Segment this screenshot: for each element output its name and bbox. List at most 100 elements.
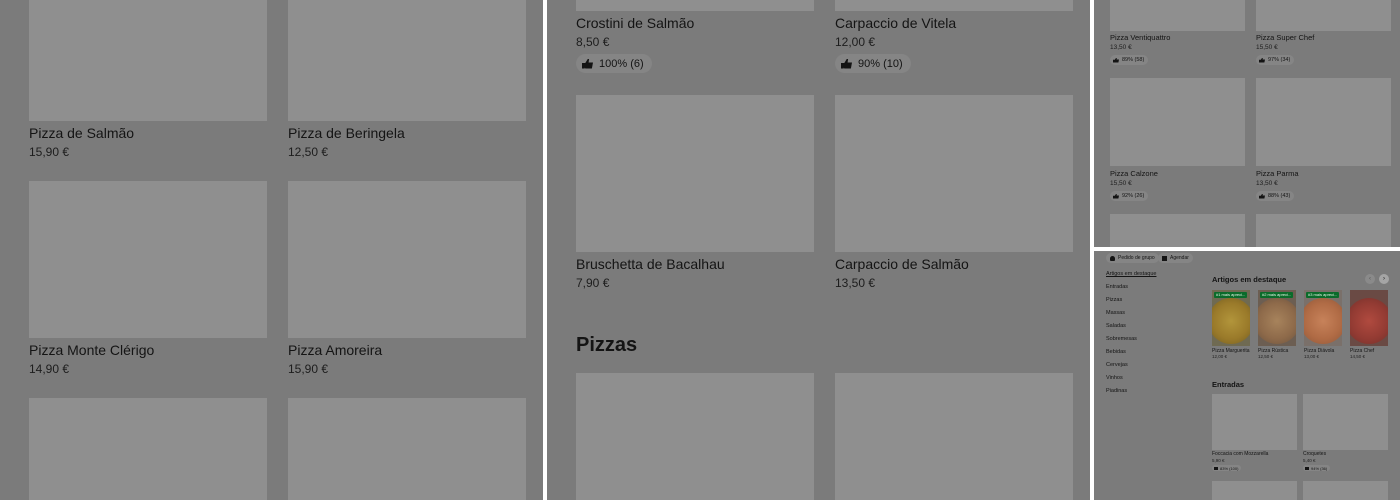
rating-text: 88% (43) [1268, 193, 1291, 199]
item-price: 7,90 € [576, 276, 610, 290]
rating-badge: 92% (26) [1110, 191, 1149, 201]
rating-badge: 90% (10) [835, 54, 911, 73]
rating-badge: 88% (43) [1256, 191, 1295, 201]
sidebar-item-bebidas[interactable]: Bebidas [1106, 349, 1126, 355]
item-name[interactable]: Bruschetta de Bacalhau [576, 256, 725, 272]
carousel-next-button[interactable]: › [1379, 274, 1389, 284]
sidebar-item-pizzas[interactable]: Pizzas [1106, 297, 1122, 303]
item-image[interactable] [29, 181, 267, 338]
item-image[interactable] [1256, 78, 1391, 166]
screenshot-collage: Pizza de Salmão 15,90 € Pizza de Beringe… [0, 0, 1400, 500]
rating-text: 97% (34) [1268, 57, 1291, 63]
rating-text: 92% (26) [1122, 193, 1145, 199]
item-price: 13,50 € [1256, 180, 1278, 187]
thumbs-up-icon [1305, 466, 1309, 470]
pizza-image [1258, 298, 1296, 344]
featured-item-image[interactable] [1350, 290, 1388, 346]
thumbs-up-icon [1259, 193, 1265, 199]
item-name[interactable]: Pizza Super Chef [1256, 33, 1314, 42]
item-image[interactable] [1256, 214, 1391, 247]
item-image[interactable] [576, 95, 814, 252]
featured-title: Artigos em destaque [1212, 275, 1287, 284]
rating-text: 83% (100) [1220, 465, 1239, 471]
sidebar-item-vinhos[interactable]: Vinhos [1106, 375, 1123, 381]
thumbs-up-icon [582, 58, 593, 69]
pizza-list-panel: Pizza Ventiquattro 13,50 € 89% (58) Pizz… [1094, 0, 1400, 247]
rating-text: 100% (6) [599, 57, 644, 70]
item-image[interactable] [1212, 481, 1297, 500]
item-price: 12,00 € [835, 35, 876, 49]
thumbs-up-icon [1214, 466, 1218, 470]
rank-badge: #2 mais apreci... [1260, 292, 1294, 298]
group-order-button[interactable]: Pedido de grupo [1106, 253, 1159, 263]
item-image[interactable] [288, 0, 526, 121]
pizza-image [1212, 298, 1250, 344]
item-image[interactable] [1303, 394, 1388, 450]
calendar-icon [1162, 255, 1167, 261]
item-image[interactable] [1256, 0, 1391, 31]
item-price: 5,90 € [1212, 458, 1225, 463]
sidebar-item-piadinas[interactable]: Piadinas [1106, 388, 1127, 394]
item-image[interactable] [835, 0, 1073, 11]
pizza-grid-panel: Pizza de Salmão 15,90 € Pizza de Beringe… [0, 0, 543, 500]
featured-item-price: 14,50 € [1350, 354, 1366, 359]
item-price: 12,50 € [288, 145, 329, 159]
pizza-image [1304, 298, 1342, 344]
menu-overview-panel: Pedido de grupo Agendar Artigos em desta… [1094, 251, 1400, 500]
item-price: 13,50 € [835, 276, 876, 290]
item-name[interactable]: Pizza de Salmão [29, 125, 134, 141]
thumbs-up-icon [1259, 57, 1265, 63]
sidebar-item-massas[interactable]: Massas [1106, 310, 1125, 316]
rating-badge: 100% (6) [576, 54, 652, 73]
item-image[interactable] [29, 0, 267, 121]
item-name[interactable]: Croquetes [1303, 451, 1326, 457]
item-image[interactable] [288, 398, 526, 500]
featured-item-image[interactable]: #1 mais apreci... [1212, 290, 1250, 346]
item-image[interactable] [1110, 78, 1245, 166]
featured-item-image[interactable]: #3 mais apreci... [1304, 290, 1342, 346]
item-image[interactable] [288, 181, 526, 338]
item-image[interactable] [576, 0, 814, 11]
rating-text: 90% (10) [858, 57, 903, 70]
sidebar-item-entradas[interactable]: Entradas [1106, 284, 1128, 290]
sidebar-item-sobremesas[interactable]: Sobremesas [1106, 336, 1137, 342]
item-price: 5,40 € [1303, 458, 1316, 463]
pizza-image [1350, 298, 1388, 344]
item-name[interactable]: Pizza de Beringela [288, 125, 405, 141]
sidebar-item-saladas[interactable]: Saladas [1106, 323, 1126, 329]
item-name[interactable]: Carpaccio de Salmão [835, 256, 969, 272]
item-image[interactable] [1110, 0, 1245, 31]
item-name[interactable]: Pizza Calzone [1110, 169, 1158, 178]
chip-label: Pedido de grupo [1118, 255, 1155, 261]
item-price: 15,50 € [1110, 180, 1132, 187]
item-image[interactable] [1303, 481, 1388, 500]
item-name[interactable]: Foccacia com Mozzarella [1212, 451, 1268, 457]
item-price: 8,50 € [576, 35, 610, 49]
featured-item-price: 12,50 € [1258, 354, 1274, 359]
rating-badge: 97% (34) [1256, 55, 1295, 65]
featured-item-image[interactable]: #2 mais apreci... [1258, 290, 1296, 346]
item-name[interactable]: Pizza Parma [1256, 169, 1299, 178]
item-image[interactable] [1110, 214, 1245, 247]
item-image[interactable] [835, 95, 1073, 252]
thumbs-up-icon [1113, 57, 1119, 63]
item-image[interactable] [1212, 394, 1297, 450]
carousel-prev-button[interactable]: ‹ [1365, 274, 1375, 284]
rating-badge: 83% (100) [1212, 465, 1242, 471]
item-name[interactable]: Carpaccio de Vitela [835, 15, 956, 31]
featured-item-price: 12,00 € [1212, 354, 1228, 359]
schedule-button[interactable]: Agendar [1158, 253, 1193, 263]
item-image[interactable] [29, 398, 267, 500]
item-name[interactable]: Pizza Ventiquattro [1110, 33, 1170, 42]
thumbs-up-icon [841, 58, 852, 69]
item-name[interactable]: Crostini de Salmão [576, 15, 694, 31]
rank-badge: #1 mais apreci... [1214, 292, 1248, 298]
item-name[interactable]: Pizza Amoreira [288, 342, 382, 358]
section-title-entradas: Entradas [1212, 380, 1245, 389]
sidebar-item-cervejas[interactable]: Cervejas [1106, 362, 1128, 368]
item-name[interactable]: Pizza Monte Clérigo [29, 342, 154, 358]
item-image[interactable] [576, 373, 814, 500]
item-image[interactable] [835, 373, 1073, 500]
rating-text: 94% (36) [1311, 465, 1328, 471]
sidebar-item-artigos-em-destaque[interactable]: Artigos em destaque [1106, 271, 1156, 277]
